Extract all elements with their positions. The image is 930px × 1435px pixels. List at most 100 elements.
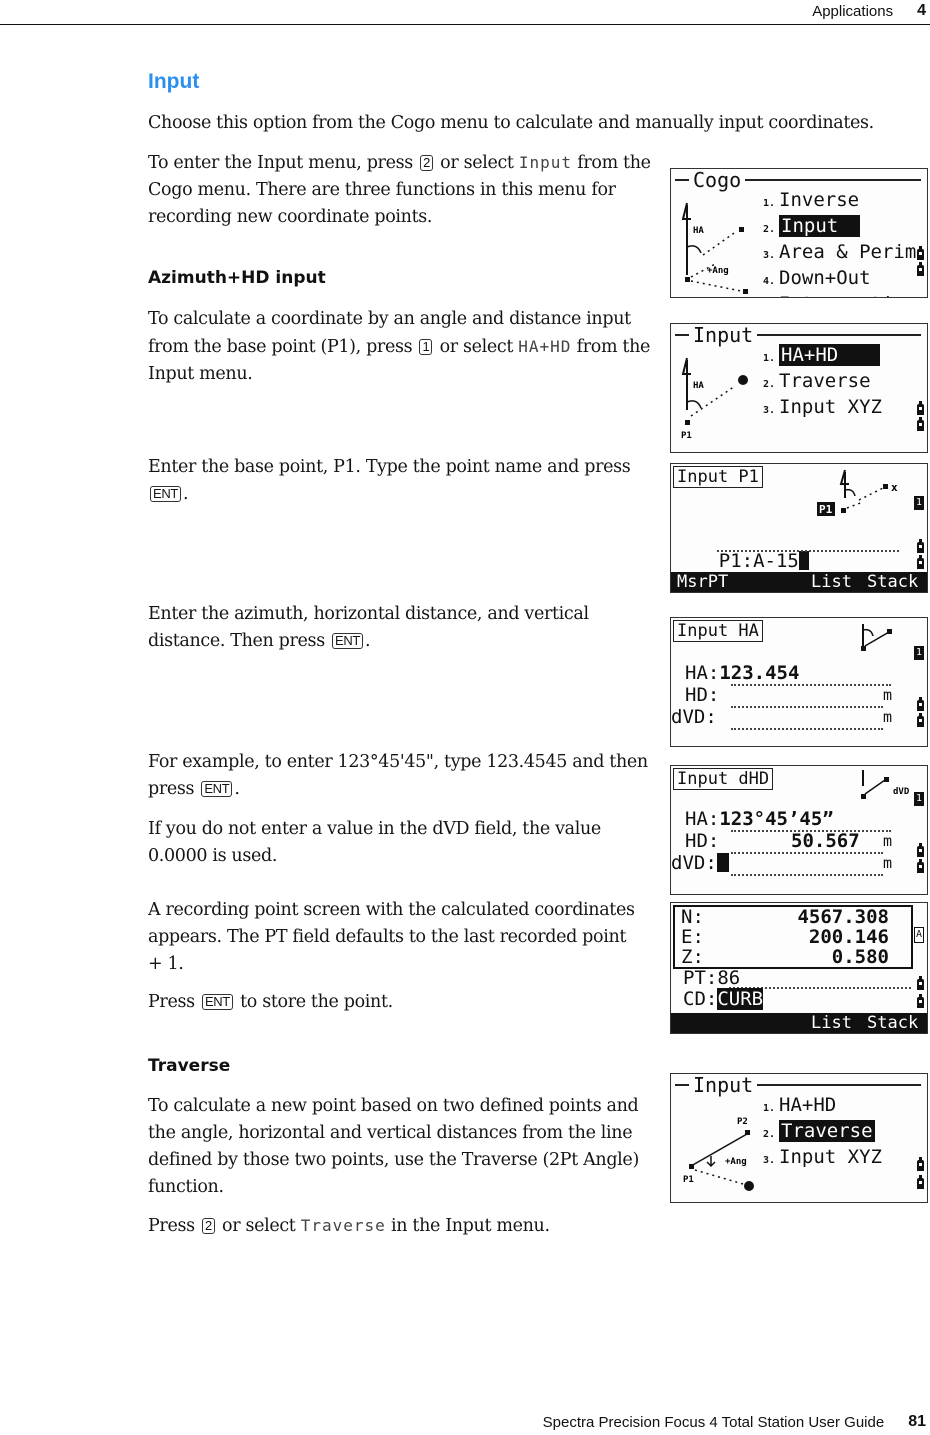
battery-icon [917, 713, 924, 727]
menu-item-input-xyz[interactable]: 3. Input XYZ [763, 396, 882, 422]
battery-icon [917, 1175, 924, 1189]
menu-item-ha-hd[interactable]: 1. HA+HD [763, 344, 882, 370]
field-cd[interactable]: CD:CURB [683, 988, 764, 1010]
coord-e: E: [681, 926, 704, 948]
face-indicator-badge: 1 [914, 792, 924, 806]
battery-icon [917, 1157, 924, 1171]
diagram-label-ang: +Ang [707, 266, 729, 276]
coordinates-box: N: 4567.308 E: 200.146 Z: 0.580 [673, 905, 913, 969]
battery-icon [917, 859, 924, 873]
softkey-bar: List Stack [671, 1013, 927, 1033]
paragraph-azimuth-3: Enter the azimuth, horizontal distance, … [148, 604, 589, 651]
paragraph-enter-input: To enter the Input menu, press 2 or sele… [148, 153, 651, 227]
cd-input-value[interactable]: CURB [717, 988, 764, 1010]
input-menu-list: 1. HA+HD 2. Traverse 3. Input XYZ [763, 344, 882, 422]
softkey-stack[interactable]: Stack [867, 1013, 918, 1033]
diagram-label-ha: HA [693, 381, 704, 391]
ha-input-value[interactable]: 123.454 [719, 662, 799, 684]
key-ent: ENT [201, 994, 233, 1010]
field-underline [731, 728, 883, 730]
diagram-label-p1: P1 [819, 503, 833, 516]
field-underline [731, 852, 883, 854]
softkey-msrpt[interactable]: MsrPT [677, 572, 728, 592]
screen-input-ha: Input HA 1 HA:123.454 HD: m dVD: m [670, 617, 928, 747]
field-underline [731, 874, 883, 876]
azimuth-diagram-icon [861, 624, 892, 651]
input-mode-badge: A [914, 927, 924, 943]
header-chapter: 4 [917, 2, 926, 19]
field-hd[interactable]: HD: [685, 684, 719, 706]
field-ha[interactable]: HA:123.454 [685, 662, 799, 684]
key-2: 2 [420, 155, 433, 171]
diagram-label-p1: P1 [681, 431, 692, 441]
menu-item-intersection[interactable]: 5.Intersection [763, 293, 916, 297]
coord-n: N: [681, 906, 704, 928]
input-menu-list: 1. HA+HD 2. Traverse 3. Input XYZ [763, 1094, 882, 1172]
footer-title: Spectra Precision Focus 4 Total Station … [542, 1413, 885, 1431]
face-indicator-badge: 1 [914, 646, 924, 660]
field-underline [717, 550, 899, 552]
diagram-label-ang: +Ang [725, 1157, 747, 1167]
screen-record-point: N: 4567.308 E: 200.146 Z: 0.580 A PT:86 … [670, 902, 928, 1034]
battery-icon [917, 262, 924, 276]
field-hd[interactable]: HD: [685, 830, 719, 852]
hd-input-value[interactable]: 50.567 [791, 830, 860, 852]
screen-title: Input dHD [673, 768, 774, 790]
coord-z-value: 0.580 [831, 946, 889, 968]
softkey-stack[interactable]: Stack [867, 572, 918, 592]
paragraph-azimuth-6: A recording point screen with the calcul… [148, 900, 635, 974]
battery-icon [917, 555, 924, 569]
menu-item-input-xyz[interactable]: 3. Input XYZ [763, 1146, 882, 1172]
coord-z: Z: [681, 946, 704, 968]
softkey-list[interactable]: List [811, 572, 852, 592]
battery-icon [917, 417, 924, 431]
menu-item-ha-hd[interactable]: 1. HA+HD [763, 1094, 882, 1120]
softkey-list[interactable]: List [811, 1013, 852, 1033]
battery-icon [917, 539, 924, 553]
screen-cogo-menu: Cogo HA +Ang 1. Inverse 2. Input 3. Area & … [670, 168, 928, 298]
paragraph-azimuth-1: To calculate a coordinate by an angle an… [148, 309, 651, 384]
menu-item-inverse[interactable]: 1. Inverse [763, 189, 916, 215]
field-pt[interactable]: PT:86 [683, 967, 740, 989]
diagram-label-x: x [891, 481, 898, 494]
angle-diagram-icon: HA P1 [681, 357, 748, 441]
battery-icon [917, 976, 924, 990]
screen-title: Input [689, 324, 758, 347]
field-underline [731, 684, 891, 686]
paragraph-azimuth-5: If you do not enter a value in the dVD f… [148, 819, 601, 866]
field-ha[interactable]: HA:123°45’45” [685, 808, 834, 830]
unit-m: m [883, 832, 893, 850]
coord-n-value: 4567.308 [797, 906, 889, 928]
p1-input-value[interactable]: A-15 [753, 550, 799, 572]
screen-input-menu-hahd: Input HA P1 1. HA+HD 2. Traverse 3. Input X… [670, 323, 928, 453]
menu-item-traverse[interactable]: 2. Traverse [763, 1120, 882, 1146]
field-dvd[interactable]: dVD: [671, 852, 729, 874]
menu-item-area-perim[interactable]: 3. Area & Perim [763, 241, 916, 267]
diagram-label-p1: P1 [683, 1175, 694, 1185]
menu-item-down-out[interactable]: 4. Down+Out [763, 267, 916, 293]
unit-m: m [883, 686, 893, 704]
key-ent: ENT [332, 633, 363, 649]
ha-input-value[interactable]: 123°45’45” [719, 808, 833, 830]
text-cursor [798, 551, 809, 570]
subheading-azimuth: Azimuth+HD input [148, 268, 326, 288]
menu-item-input[interactable]: 2. Input [763, 215, 916, 241]
section-heading: Input [148, 70, 200, 93]
diagram-label-dvd: dVD [893, 787, 910, 797]
page-number: 81 [908, 1413, 926, 1430]
running-footer: Spectra Precision Focus 4 Total Station … [543, 1413, 926, 1431]
header-section: Applications [812, 2, 894, 20]
field-dvd[interactable]: dVD: [671, 706, 717, 728]
menu-item-traverse[interactable]: 2. Traverse [763, 370, 882, 396]
lcd-text-input: Input [518, 153, 573, 172]
screen-title: Input P1 [673, 466, 763, 488]
key-ent: ENT [201, 781, 233, 797]
paragraph-traverse-1: To calculate a new point based on two de… [148, 1096, 639, 1197]
lcd-text-ha-hd: HA+HD [518, 337, 572, 356]
diagram-label-ha: HA [693, 226, 704, 236]
coord-e-value: 200.146 [808, 926, 889, 948]
diagram-label-p2: P2 [737, 1117, 748, 1127]
pt-input-value[interactable]: 86 [717, 967, 740, 989]
key-1: 1 [419, 339, 433, 355]
softkey-bar: MsrPT List Stack [671, 572, 927, 592]
